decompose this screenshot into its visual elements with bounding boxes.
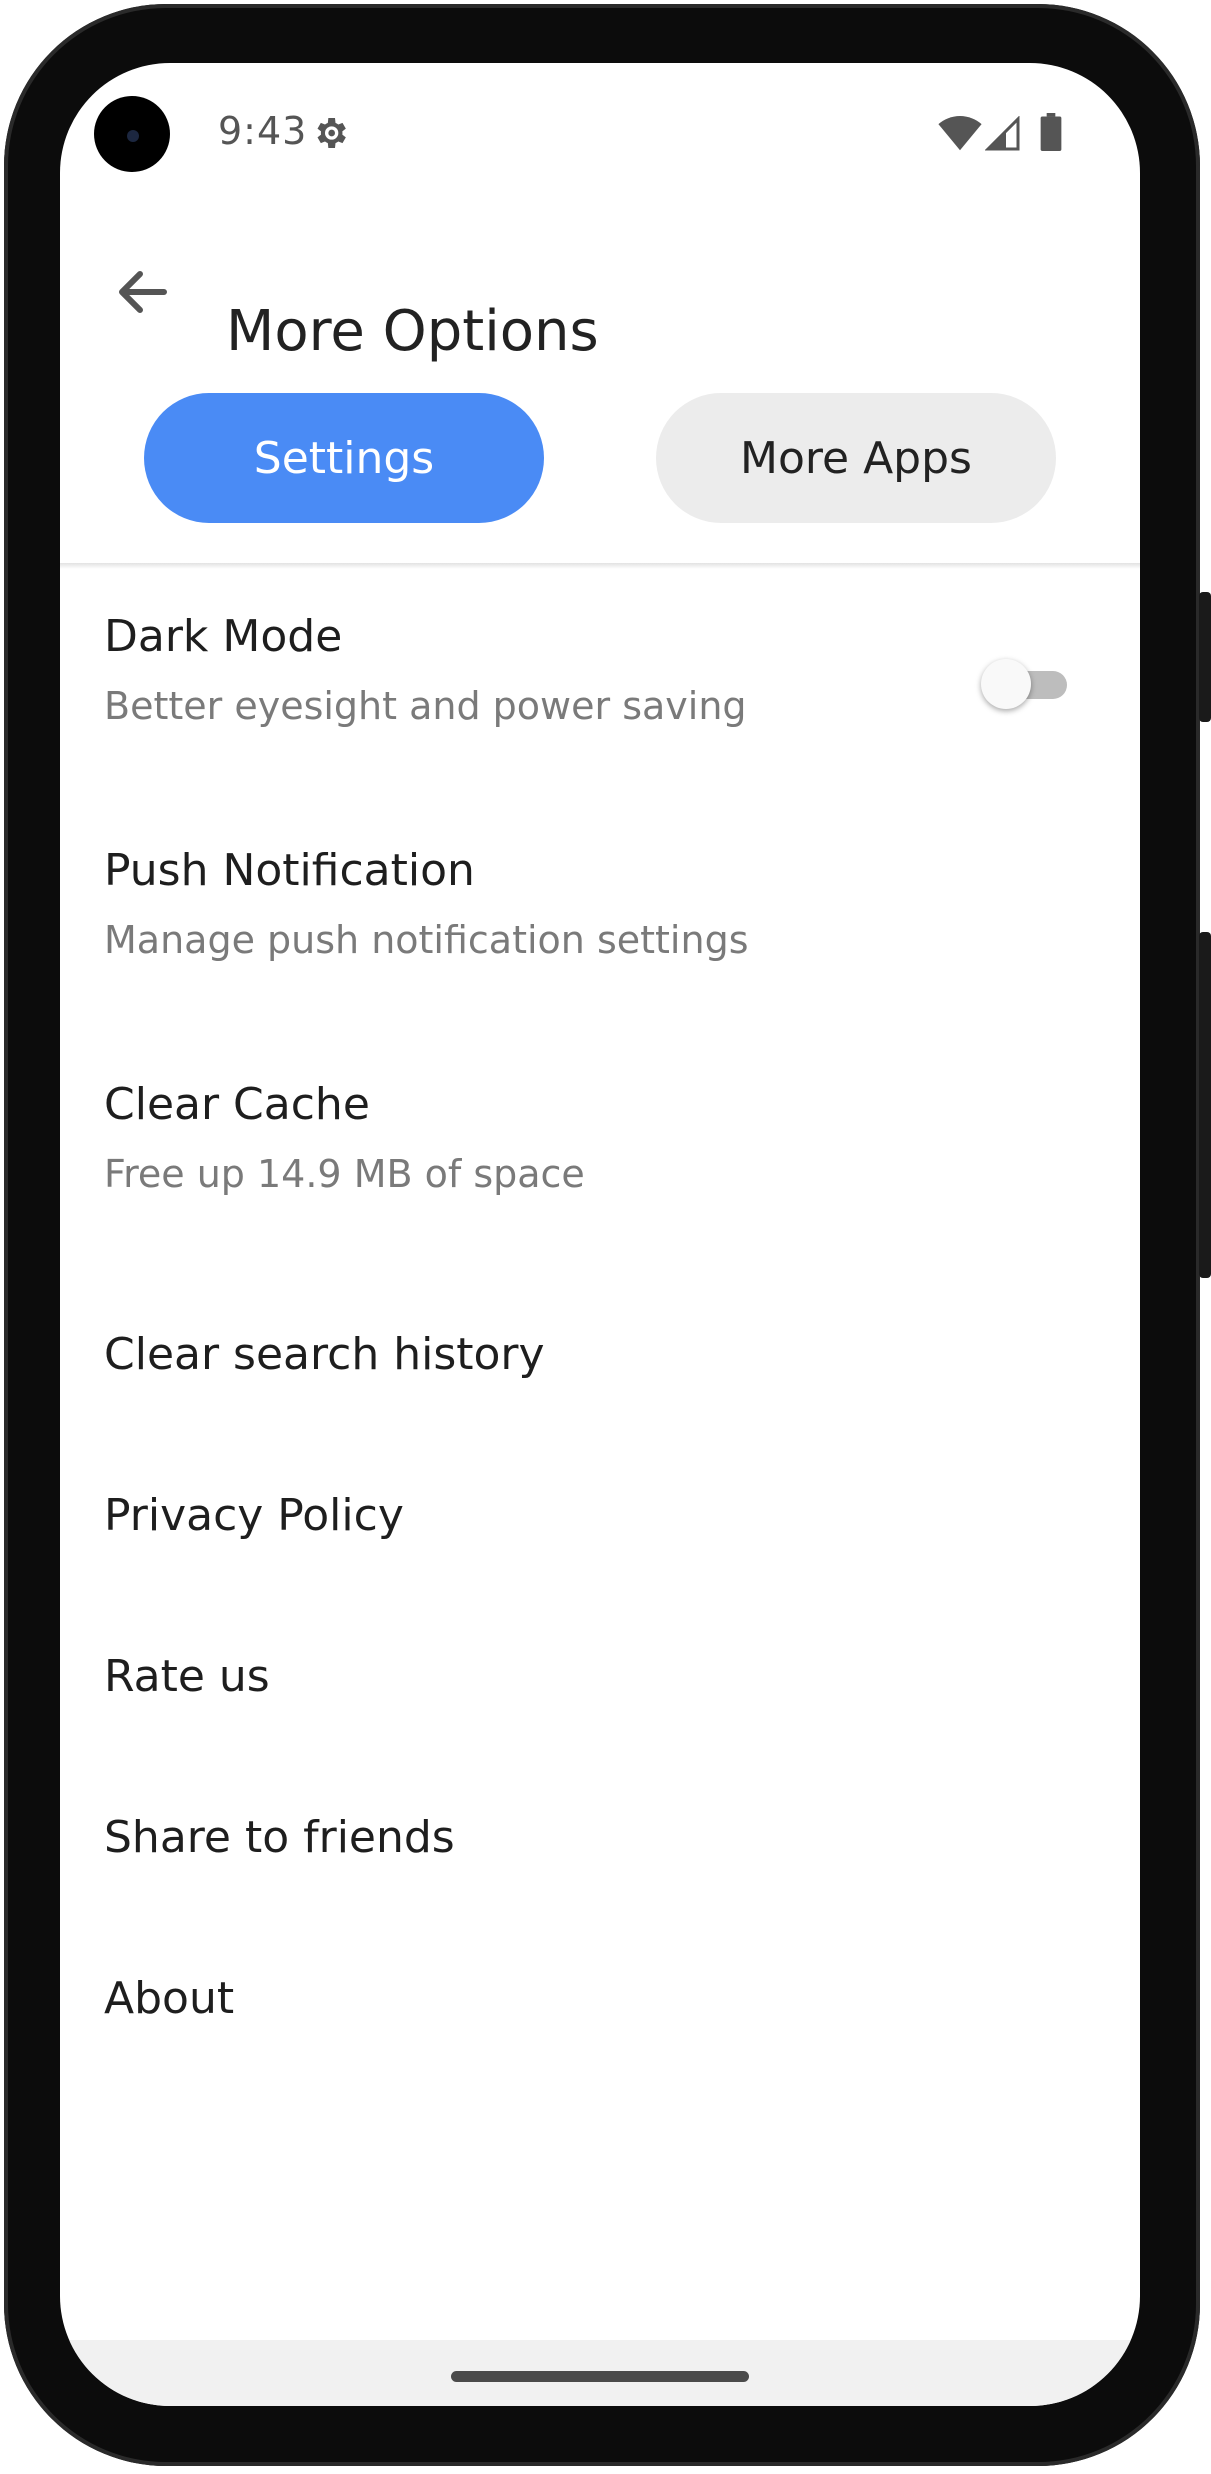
home-indicator[interactable] [451,2371,749,2382]
power-button [1199,592,1211,722]
app-bar: More Options [60,208,1140,364]
wifi-icon [938,116,982,151]
camera-cutout [94,96,170,172]
setting-dark-mode[interactable]: Dark Mode Better eyesight and power savi… [60,569,1140,803]
status-bar: 9:43 [60,63,1140,208]
setting-privacy-policy[interactable]: Privacy Policy [60,1432,1140,1593]
setting-title: Rate us [104,1651,270,1702]
setting-title: Dark Mode [104,611,343,662]
setting-title: Push Notification [104,845,475,896]
setting-rate-us[interactable]: Rate us [60,1593,1140,1754]
setting-title: Share to friends [104,1812,455,1863]
tab-settings[interactable]: Settings [144,393,544,523]
page-title: More Options [226,299,599,364]
tab-more-apps[interactable]: More Apps [656,393,1056,523]
back-arrow-icon[interactable] [104,252,184,332]
tab-bar: Settings More Apps [60,393,1140,533]
screen: 9:43 More Options Settings More Apps Dar… [60,63,1140,2406]
setting-push-notification[interactable]: Push Notification Manage push notificati… [60,803,1140,1037]
setting-subtitle: Free up 14.9 MB of space [104,1152,585,1196]
setting-title: Clear Cache [104,1079,370,1130]
setting-title: About [104,1973,235,2024]
setting-subtitle: Manage push notification settings [104,918,749,962]
volume-button [1199,932,1211,1278]
setting-title: Clear search history [104,1329,545,1380]
setting-clear-search-history[interactable]: Clear search history [60,1271,1140,1432]
status-time: 9:43 [218,109,308,153]
setting-title: Privacy Policy [104,1490,404,1541]
settings-list: Dark Mode Better eyesight and power savi… [60,569,1140,2076]
setting-clear-cache[interactable]: Clear Cache Free up 14.9 MB of space [60,1037,1140,1271]
dark-mode-toggle[interactable] [981,657,1071,711]
setting-about[interactable]: About [60,1915,1140,2076]
toggle-thumb [981,659,1031,709]
battery-icon [1040,113,1062,151]
setting-share-to-friends[interactable]: Share to friends [60,1754,1140,1915]
signal-icon [985,116,1020,151]
gear-icon [317,118,346,148]
navigation-bar [60,2340,1140,2406]
